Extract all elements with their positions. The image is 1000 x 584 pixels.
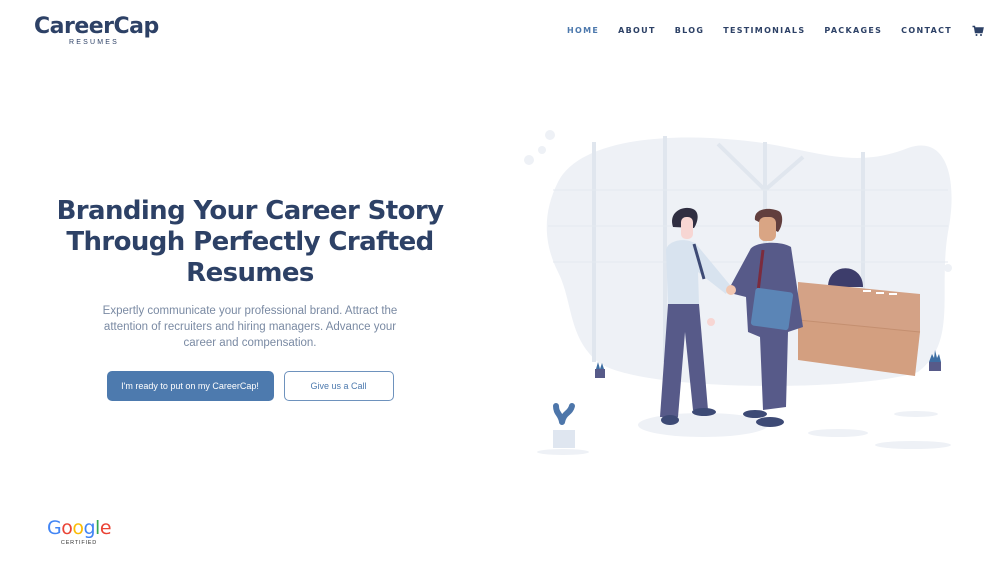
decor-dot <box>545 130 555 140</box>
decor-dot <box>944 264 952 272</box>
nav-home[interactable]: HOME <box>567 26 599 35</box>
hero-title-line: Resumes <box>186 258 314 288</box>
decor-dot <box>538 146 546 154</box>
logo-name: CareerCap <box>34 14 159 39</box>
decor-dot <box>524 155 534 165</box>
nav-packages[interactable]: PACKAGES <box>824 26 882 35</box>
hero-title-line: Branding Your Career Story <box>56 196 444 226</box>
google-certified-badge: Google CERTIFIED <box>46 517 112 546</box>
hero-section: Branding Your Career Story Through Perfe… <box>40 196 460 401</box>
nav-contact[interactable]: CONTACT <box>901 26 952 35</box>
nav-blog[interactable]: BLOG <box>675 26 704 35</box>
shopping-cart-icon[interactable] <box>972 24 984 36</box>
logo-tagline: RESUMES <box>68 39 120 46</box>
cactus-plant <box>553 403 575 448</box>
certified-label: CERTIFIED <box>60 540 98 546</box>
google-letter: e <box>99 517 112 539</box>
google-letter: g <box>83 517 96 539</box>
nav-about[interactable]: ABOUT <box>618 26 656 35</box>
google-letter: o <box>61 517 73 539</box>
google-letter: G <box>46 517 62 539</box>
hero-subtitle: Expertly communicate your professional b… <box>102 305 398 349</box>
call-us-button[interactable]: Give us a Call <box>283 371 394 401</box>
main-nav: HOME ABOUT BLOG TESTIMONIALS PACKAGES CO… <box>548 24 984 36</box>
handshake-illustration <box>518 122 958 462</box>
google-letter: o <box>72 517 84 539</box>
hero-buttons: I'm ready to put on my CareerCap! Give u… <box>40 371 460 401</box>
hero-title: Branding Your Career Story Through Perfe… <box>40 196 460 289</box>
get-started-button[interactable]: I'm ready to put on my CareerCap! <box>106 371 274 401</box>
google-logo: Google <box>46 517 112 539</box>
decor-dot <box>931 275 941 285</box>
nav-testimonials[interactable]: TESTIMONIALS <box>723 26 805 35</box>
hero-title-line: Through Perfectly Crafted <box>66 227 434 257</box>
logo[interactable]: CareerCap RESUMES <box>34 14 159 46</box>
